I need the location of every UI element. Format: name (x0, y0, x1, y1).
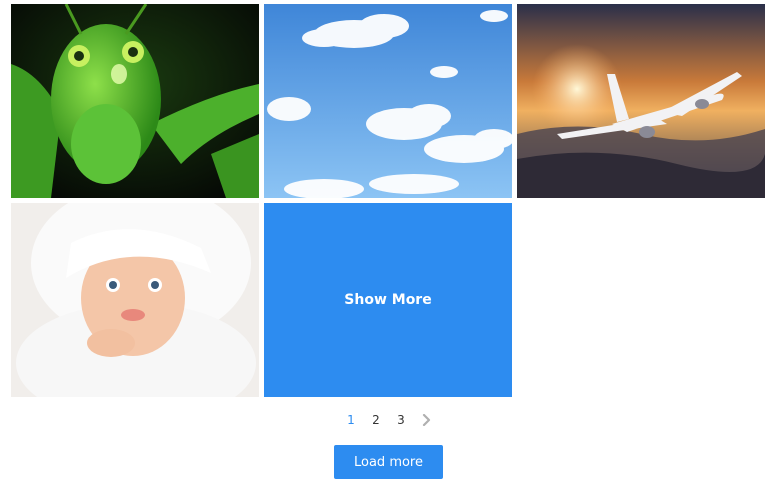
page-3-link[interactable]: 3 (389, 411, 414, 429)
load-more-button[interactable]: Load more (334, 445, 443, 479)
chevron-right-icon (422, 414, 430, 426)
gallery-image-baby[interactable] (11, 203, 259, 397)
show-more-button[interactable]: Show More (264, 203, 512, 397)
gallery-image-airplane[interactable] (517, 4, 765, 198)
next-page-button[interactable] (414, 411, 439, 429)
sky-clouds-image (264, 4, 512, 198)
baby-towel-image (11, 203, 259, 397)
show-more-label: Show More (344, 292, 432, 308)
grasshopper-image (11, 4, 259, 198)
page-2-link[interactable]: 2 (364, 411, 389, 429)
airplane-sunset-image (517, 4, 765, 198)
gallery-image-grasshopper[interactable] (11, 4, 259, 198)
pagination: 1 2 3 (0, 411, 777, 429)
page-1-link[interactable]: 1 (339, 411, 364, 429)
gallery-image-sky[interactable] (264, 4, 512, 198)
